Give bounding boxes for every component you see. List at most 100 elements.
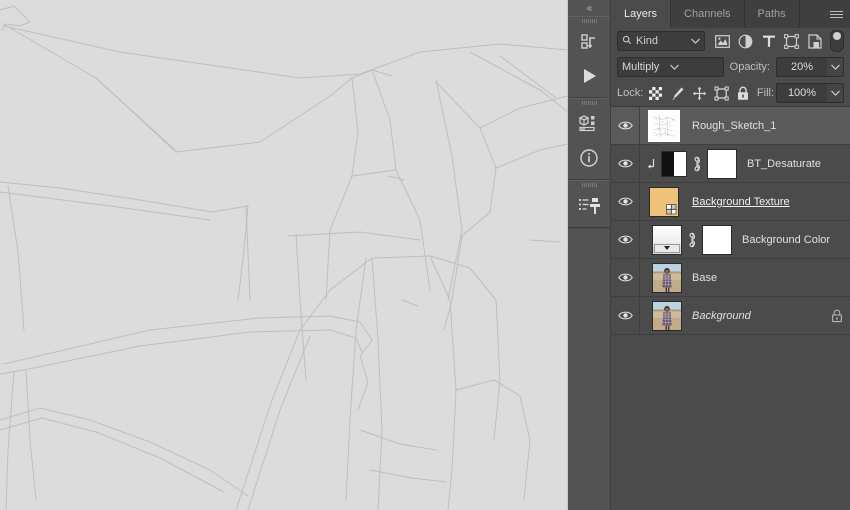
layer-thumbnail-group [640, 224, 732, 255]
layer-locked-icon [824, 309, 850, 323]
layer-thumbnail[interactable] [649, 186, 679, 217]
adjustment-layer-thumbnail[interactable] [661, 150, 687, 177]
dock-drag-handle[interactable] [568, 17, 610, 25]
fill-chevron-down-icon[interactable] [827, 83, 845, 103]
layer-thumbnail-group [640, 108, 682, 144]
layer-visibility-toggle[interactable] [611, 297, 640, 334]
layer-visibility-toggle[interactable] [611, 221, 640, 258]
opacity-input[interactable]: 20% [776, 57, 827, 77]
dock-group-3 [568, 180, 610, 228]
layer-visibility-toggle[interactable] [611, 259, 640, 296]
layer-name[interactable]: Rough_Sketch_1 [682, 120, 850, 132]
layer-mask-thumbnail[interactable] [707, 148, 737, 179]
layer-name[interactable]: BT_Desaturate [737, 158, 850, 170]
filter-kind-dropdown[interactable]: Kind [617, 31, 705, 51]
lock-all-icon[interactable] [733, 83, 753, 103]
white-mask-icon [703, 225, 731, 254]
dock-group-1 [568, 16, 610, 98]
layer-thumbnail-group [640, 262, 682, 293]
clipping-mask-arrow-icon [646, 158, 656, 169]
filter-type-buttons [711, 30, 844, 52]
tab-channels[interactable]: Channels [671, 0, 745, 28]
layer-visibility-toggle[interactable] [611, 145, 640, 182]
table-row[interactable]: Rough_Sketch_1 [611, 107, 850, 145]
info-icon[interactable] [568, 141, 610, 175]
properties-icon[interactable] [568, 107, 610, 141]
layer-thumbnail-group [640, 184, 682, 220]
photo-thumbnail-icon [653, 301, 681, 330]
blend-mode-value: Multiply [622, 61, 660, 73]
layer-thumbnail[interactable] [652, 262, 682, 293]
layer-thumbnail[interactable] [652, 300, 682, 331]
layer-name[interactable]: Background [682, 310, 824, 322]
photoshop-window: « Layers Channels Paths Kind Multiply Op… [0, 0, 850, 510]
photo-thumbnail-icon [653, 263, 681, 292]
layer-visibility-toggle[interactable] [611, 183, 640, 220]
opacity-control[interactable]: 20% [776, 57, 844, 77]
layer-name[interactable]: Background Color [732, 234, 850, 246]
smart-object-badge-icon [665, 203, 678, 216]
panel-tab-bar: Layers Channels Paths [611, 0, 850, 28]
canvas-area[interactable] [0, 0, 568, 510]
chevron-down-icon [670, 61, 718, 73]
fill-input[interactable]: 100% [776, 83, 828, 103]
play-icon[interactable] [568, 59, 610, 93]
gradient-slider-icon [654, 243, 680, 253]
layer-thumbnail-group [640, 300, 682, 331]
filter-enable-toggle[interactable] [830, 30, 844, 52]
layer-mask-link-icon[interactable] [691, 156, 703, 172]
layer-filter-row: Kind [611, 28, 850, 54]
layer-name[interactable]: Background Texture [682, 196, 850, 208]
filter-smart-object-icon[interactable] [803, 31, 826, 51]
canvas-right-edge [567, 0, 568, 510]
table-row[interactable]: Background Color [611, 221, 850, 259]
lock-artboard-nesting-icon[interactable] [711, 83, 731, 103]
tab-bar-spacer [800, 0, 822, 28]
layer-thumbnail-group [640, 148, 737, 179]
chevron-down-icon [691, 35, 700, 47]
dock-drag-handle[interactable] [568, 99, 610, 107]
blend-mode-dropdown[interactable]: Multiply [617, 57, 724, 77]
filter-shape-icon[interactable] [780, 31, 803, 51]
fill-control[interactable]: 100% [776, 83, 845, 103]
filter-pixel-icon[interactable] [711, 31, 734, 51]
filter-adjustment-icon[interactable] [734, 31, 757, 51]
actions-icon[interactable] [568, 25, 610, 59]
tab-paths[interactable]: Paths [745, 0, 800, 28]
layer-visibility-toggle[interactable] [611, 107, 640, 144]
gradient-thumbnail-icon [653, 225, 681, 254]
layer-mask-link-icon[interactable] [686, 232, 698, 248]
table-row[interactable]: BT_Desaturate [611, 145, 850, 183]
layer-thumbnail-selected-wrap[interactable] [646, 108, 682, 144]
table-row[interactable]: Background Texture [611, 183, 850, 221]
search-icon [622, 35, 632, 48]
hamburger-menu-icon[interactable] [822, 0, 850, 28]
table-row[interactable]: Base [611, 259, 850, 297]
white-mask-icon [708, 149, 736, 178]
layer-thumbnail-wrap[interactable] [646, 184, 682, 220]
lock-row: Lock: Fill: 100% [611, 80, 850, 107]
dock-empty-area [568, 228, 610, 510]
dock-drag-handle[interactable] [568, 181, 610, 189]
dock-collapse-button[interactable]: « [568, 0, 610, 16]
table-row[interactable]: Background [611, 297, 850, 335]
lock-transparent-pixels-icon[interactable] [645, 83, 665, 103]
filter-type-icon[interactable] [757, 31, 780, 51]
lock-position-icon[interactable] [689, 83, 709, 103]
black-white-adjustment-icon [662, 151, 686, 176]
blend-mode-row: Multiply Opacity: 20% [611, 54, 850, 80]
layer-thumbnail-selection-border [648, 109, 680, 142]
layer-mask-thumbnail[interactable] [702, 224, 732, 255]
opacity-label: Opacity: [729, 61, 770, 73]
sketch-artwork [0, 5, 568, 510]
clone-source-icon[interactable] [568, 189, 610, 223]
dock-group-2 [568, 98, 610, 180]
layers-panel: Layers Channels Paths Kind Multiply Opac… [611, 0, 850, 510]
lock-label: Lock: [617, 87, 644, 99]
layer-list[interactable]: Rough_Sketch_1 BT_Desaturate Background … [611, 107, 850, 510]
tab-layers[interactable]: Layers [611, 0, 672, 28]
lock-image-pixels-icon[interactable] [667, 83, 687, 103]
gradient-fill-thumbnail[interactable] [652, 224, 682, 255]
opacity-chevron-down-icon[interactable] [827, 57, 844, 77]
layer-name[interactable]: Base [682, 272, 850, 284]
